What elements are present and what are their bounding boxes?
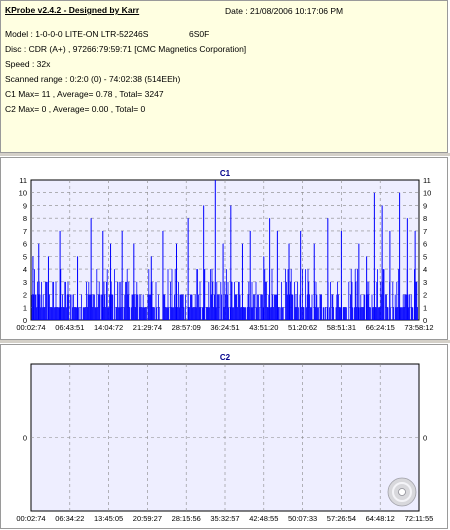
x-tick-label: 21:29:74 [133, 323, 162, 332]
date-line: Date : 21/08/2006 10:17:06 PM [225, 6, 344, 16]
y-tick-label-right: 1 [423, 303, 427, 312]
y-tick-label-left: 8 [23, 214, 27, 223]
y-tick-label-left: 7 [23, 227, 27, 236]
range-line: Scanned range : 0:2:0 (0) - 74:02:38 (51… [5, 74, 181, 84]
y-tick-label-right: 3 [423, 278, 427, 287]
speed-line: Speed : 32x [5, 59, 51, 69]
c2-panel: C2 0 0 00:02:74 06:34:22 13:45:05 20:59:27 28:1… [0, 344, 448, 529]
x-tick-label: 35:32:57 [210, 514, 239, 523]
x-tick-label: 50:07:33 [288, 514, 317, 523]
x-tick-label: 58:51:31 [327, 323, 356, 332]
c2-chart: C2 0 0 00:02:74 06:34:22 13:45:05 20:59:27 28:1… [16, 353, 434, 523]
y-tick-label-right: 0 [423, 434, 427, 443]
x-tick-label: 73:58:12 [404, 323, 433, 332]
x-tick-label: 00:02:74 [16, 323, 45, 332]
c2-summary: C2 Max= 0 , Average= 0.00 , Total= 0 [5, 104, 146, 114]
x-tick-label: 14:04:72 [94, 323, 123, 332]
y-tick-label-left: 1 [23, 303, 27, 312]
y-tick-label-left: 4 [23, 265, 27, 274]
y-tick-label-right: 5 [423, 252, 427, 261]
info-panel: KProbe v2.4.2 - Designed by Karr Date : … [0, 0, 448, 153]
x-tick-label: 06:43:51 [55, 323, 84, 332]
x-tick-label: 36:24:51 [210, 323, 239, 332]
disc-line: Disc : CDR (A+) , 97266:79:59:71 [CMC Ma… [5, 44, 247, 54]
y-tick-label-right: 8 [423, 214, 427, 223]
c1-chart: C10 01 12 23 34 45 56 67 78 89 910 1011 1100:02:74 06… [16, 169, 433, 332]
chart-title: C2 [220, 353, 231, 362]
x-tick-label: 66:24:15 [366, 323, 395, 332]
y-tick-label-left: 10 [19, 189, 27, 198]
y-tick-label-right: 2 [423, 291, 427, 300]
y-tick-label-right: 6 [423, 240, 427, 249]
y-tick-label-left: 5 [23, 252, 27, 261]
x-tick-label: 64:48:12 [366, 514, 395, 523]
y-tick-label-left: 9 [23, 201, 27, 210]
c1-panel: C1 0 0 1 1 2 2 3 3 4 4 5 5 6 6 7 7 8 8 9 9 10 10 11 11 00:02:74 06… [0, 157, 448, 340]
y-tick-label-right: 4 [423, 265, 427, 274]
chart-title: C1 [220, 169, 231, 178]
y-tick-label-left: 2 [23, 291, 27, 300]
x-tick-label: 43:51:20 [249, 323, 278, 332]
cd-disc-icon [387, 477, 417, 507]
firmware-line: 6S0F [189, 29, 210, 39]
y-tick-label-right: 10 [423, 189, 431, 198]
app-title: KProbe v2.4.2 - Designed by Karr [5, 5, 140, 15]
y-tick-label-right: 7 [423, 227, 427, 236]
separator [0, 340, 450, 343]
model-line: Model : 1-0-0-0 LITE-ON LTR-52246S [5, 29, 149, 39]
x-tick-label: 20:59:27 [133, 514, 162, 523]
y-tick-label-right: 9 [423, 201, 427, 210]
y-tick-label-right: 11 [423, 176, 431, 185]
y-tick-label-left: 11 [19, 176, 27, 185]
x-tick-label: 28:15:56 [172, 514, 201, 523]
x-tick-label: 57:26:54 [327, 514, 356, 523]
x-tick-label: 06:34:22 [55, 514, 84, 523]
y-tick-label-left: 0 [23, 434, 27, 443]
y-tick-label-left: 3 [23, 278, 27, 287]
x-tick-label: 72:11:55 [405, 514, 434, 523]
separator [0, 153, 450, 156]
x-tick-label: 42:48:55 [249, 514, 278, 523]
c1-summary: C1 Max= 11 , Average= 0.78 , Total= 3247 [5, 89, 164, 99]
x-tick-label: 13:45:05 [94, 514, 123, 523]
x-tick-label: 00:02:74 [16, 514, 45, 523]
x-tick-label: 28:57:09 [172, 323, 201, 332]
y-tick-label-left: 6 [23, 240, 27, 249]
x-tick-label: 51:20:62 [288, 323, 317, 332]
